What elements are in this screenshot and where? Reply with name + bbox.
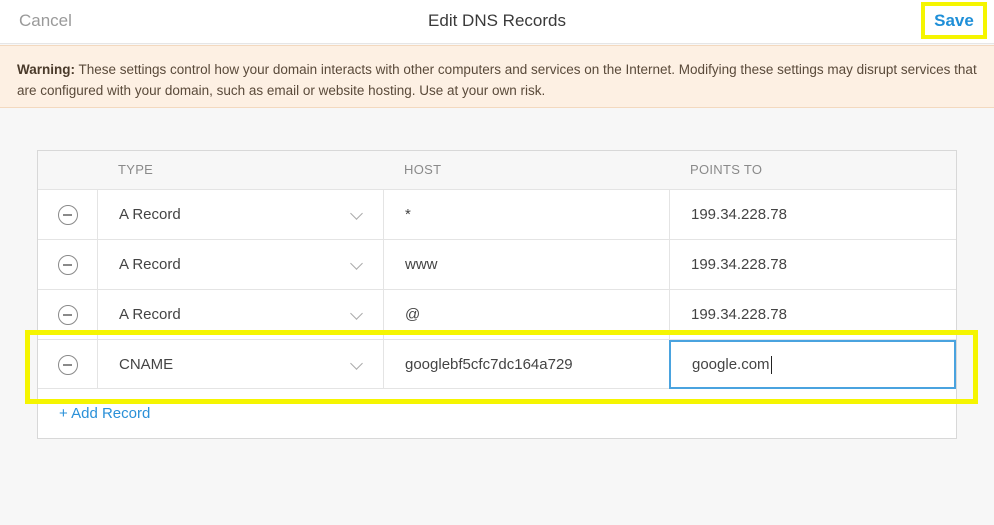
type-value: A Record [119, 306, 181, 323]
host-value: googlebf5cfc7dc164a729 [405, 356, 573, 373]
table-row: CNAME googlebf5cfc7dc164a729 google.com [38, 339, 956, 389]
table-row: A Record www 199.34.228.78 [38, 239, 956, 289]
warning-banner: Warning: These settings control how your… [0, 45, 994, 108]
page-title: Edit DNS Records [428, 11, 566, 30]
host-input[interactable]: @ [383, 290, 669, 339]
type-value: A Record [119, 206, 181, 223]
type-select[interactable]: A Record [97, 290, 383, 339]
text-caret [770, 355, 772, 374]
chevron-down-icon [350, 207, 363, 220]
points-to-input[interactable]: 199.34.228.78 [669, 240, 956, 289]
table-header: TYPE HOST POINTS TO [38, 151, 956, 189]
minus-circle-icon[interactable] [58, 255, 78, 275]
column-header-host: HOST [404, 162, 442, 177]
points-to-value: 199.34.228.78 [691, 256, 787, 273]
points-to-value: 199.34.228.78 [691, 306, 787, 323]
host-input[interactable]: googlebf5cfc7dc164a729 [383, 340, 669, 389]
type-select[interactable]: A Record [97, 190, 383, 239]
points-to-input[interactable]: 199.34.228.78 [669, 190, 956, 239]
chevron-down-icon [350, 307, 363, 320]
chevron-down-icon [350, 257, 363, 270]
points-to-value: google.com [692, 356, 770, 373]
dns-records-table: TYPE HOST POINTS TO A Record * 199.34.22… [37, 150, 957, 439]
points-to-input[interactable]: google.com [669, 340, 956, 389]
minus-circle-icon[interactable] [58, 305, 78, 325]
type-value: CNAME [119, 356, 174, 373]
add-record-button[interactable]: + Add Record [59, 405, 150, 422]
type-select[interactable]: A Record [97, 240, 383, 289]
host-input[interactable]: www [383, 240, 669, 289]
column-header-type: TYPE [118, 162, 154, 177]
column-header-points-to: POINTS TO [690, 162, 763, 177]
save-button[interactable]: Save [921, 2, 987, 39]
host-value: * [405, 206, 411, 223]
type-select[interactable]: CNAME [97, 340, 383, 389]
warning-label: Warning: [17, 62, 75, 77]
top-bar: Cancel Edit DNS Records Save [0, 0, 994, 44]
points-to-value: 199.34.228.78 [691, 206, 787, 223]
type-value: A Record [119, 256, 181, 273]
chevron-down-icon [350, 357, 363, 370]
table-row: A Record * 199.34.228.78 [38, 189, 956, 239]
host-input[interactable]: * [383, 190, 669, 239]
points-to-input[interactable]: 199.34.228.78 [669, 290, 956, 339]
minus-circle-icon[interactable] [58, 205, 78, 225]
warning-text: These settings control how your domain i… [17, 62, 977, 98]
host-value: @ [405, 306, 421, 323]
table-row: A Record @ 199.34.228.78 [38, 289, 956, 339]
minus-circle-icon[interactable] [58, 355, 78, 375]
host-value: www [405, 256, 438, 273]
